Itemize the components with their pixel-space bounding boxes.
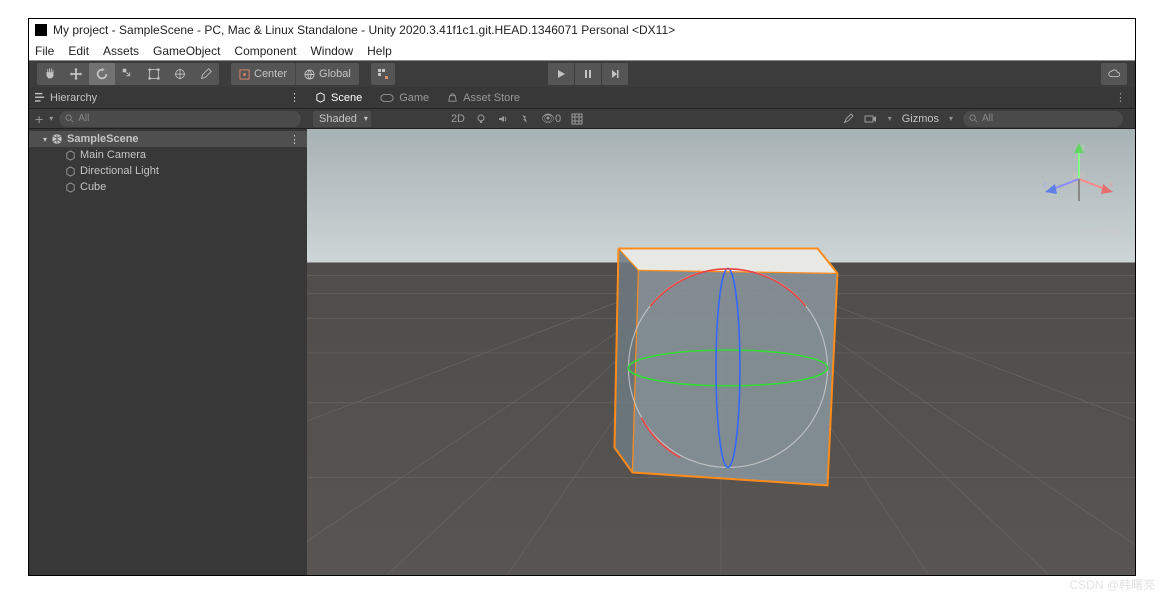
gameobject-icon	[65, 150, 76, 161]
scene-icon	[315, 92, 326, 103]
camera-icon[interactable]	[864, 113, 878, 125]
scene-panel-menu-icon[interactable]: ⋮	[1115, 91, 1127, 104]
hierarchy-icon	[35, 92, 46, 103]
center-icon	[239, 69, 250, 80]
selected-cube	[307, 129, 1135, 575]
scene-search[interactable]: All	[963, 111, 1123, 127]
scene-panel: Scene Game Asset Store ⋮ Shaded 2D	[307, 87, 1135, 575]
search-icon	[65, 114, 74, 123]
scene-toolbar: Shaded 2D 👁0 ▾ Gizmos ▾ All	[307, 109, 1135, 129]
hierarchy-tab[interactable]: Hierarchy ⋮	[29, 87, 307, 109]
expand-icon[interactable]: ▾	[43, 135, 47, 144]
handle-rotation-button[interactable]: Global	[296, 63, 359, 85]
svg-text:y: y	[1081, 142, 1085, 151]
snap-grid-icon	[377, 68, 389, 80]
menu-edit[interactable]: Edit	[68, 44, 89, 58]
playback-controls	[548, 63, 628, 85]
cloud-icon	[1107, 67, 1121, 81]
create-dropdown-icon[interactable]: ▾	[49, 114, 53, 123]
tools-icon[interactable]	[842, 113, 854, 125]
watermark: CSDN @韩曙亮	[1069, 576, 1155, 593]
search-icon	[969, 114, 978, 123]
snap-button[interactable]	[371, 63, 395, 85]
gameobject-icon	[65, 166, 76, 177]
tab-asset-store[interactable]: Asset Store	[447, 92, 520, 104]
store-icon	[447, 92, 458, 103]
hand-tool[interactable]	[37, 63, 63, 85]
pivot-mode-button[interactable]: Center	[231, 63, 296, 85]
audio-toggle-icon[interactable]	[497, 113, 509, 125]
menu-component[interactable]: Component	[234, 44, 296, 58]
create-button[interactable]: +	[35, 111, 43, 127]
gizmos-dropdown[interactable]: Gizmos	[902, 113, 939, 125]
cloud-button[interactable]	[1101, 63, 1127, 85]
scale-tool[interactable]	[115, 63, 141, 85]
svg-text:z: z	[1043, 180, 1047, 189]
menu-gameobject[interactable]: GameObject	[153, 44, 220, 58]
window-title: My project - SampleScene - PC, Mac & Lin…	[53, 23, 675, 37]
title-bar: My project - SampleScene - PC, Mac & Lin…	[29, 19, 1135, 41]
menu-bar: File Edit Assets GameObject Component Wi…	[29, 41, 1135, 61]
mode-2d-toggle[interactable]: 2D	[451, 113, 465, 125]
hierarchy-tree: ▾ SampleScene ⋮ Main Camera Directional …	[29, 129, 307, 195]
hidden-count[interactable]: 👁0	[541, 112, 561, 125]
hierarchy-toolbar: + ▾ All	[29, 109, 307, 129]
game-icon	[380, 93, 394, 103]
scene-viewport[interactable]: y x z ≡ Persp	[307, 129, 1135, 575]
step-button[interactable]	[602, 63, 628, 85]
rect-tool[interactable]	[141, 63, 167, 85]
hierarchy-item-light[interactable]: Directional Light	[29, 163, 307, 179]
unity-logo-icon	[35, 24, 47, 36]
gameobject-icon	[65, 182, 76, 193]
scene-menu-icon[interactable]: ⋮	[289, 133, 301, 146]
menu-help[interactable]: Help	[367, 44, 392, 58]
menu-file[interactable]: File	[35, 44, 54, 58]
tab-scene[interactable]: Scene	[315, 92, 362, 104]
hierarchy-search[interactable]: All	[59, 111, 301, 127]
pause-button[interactable]	[575, 63, 601, 85]
menu-assets[interactable]: Assets	[103, 44, 139, 58]
main-toolbar: Center Global	[29, 61, 1135, 87]
grid-toggle-icon[interactable]	[571, 113, 583, 125]
global-icon	[304, 69, 315, 80]
unity-scene-icon	[51, 133, 63, 145]
scene-row[interactable]: ▾ SampleScene ⋮	[29, 131, 307, 147]
lighting-toggle-icon[interactable]	[475, 113, 487, 125]
transform-tool-combined[interactable]	[167, 63, 193, 85]
projection-label[interactable]: ≡ Persp	[1083, 225, 1121, 237]
hierarchy-item-cube[interactable]: Cube	[29, 179, 307, 195]
transform-tool-group	[37, 63, 219, 85]
orientation-gizmo[interactable]: y x z	[1039, 139, 1119, 219]
move-tool[interactable]	[63, 63, 89, 85]
shading-dropdown[interactable]: Shaded	[313, 111, 371, 127]
pivot-rotation-group: Center Global	[231, 63, 359, 85]
menu-window[interactable]: Window	[310, 44, 353, 58]
hierarchy-item-camera[interactable]: Main Camera	[29, 147, 307, 163]
tab-game[interactable]: Game	[380, 92, 429, 104]
hierarchy-panel: Hierarchy ⋮ + ▾ All ▾ SampleScene ⋮	[29, 87, 307, 575]
scene-tabs: Scene Game Asset Store ⋮	[307, 87, 1135, 109]
rotate-tool[interactable]	[89, 63, 115, 85]
svg-text:x: x	[1109, 180, 1113, 189]
play-button[interactable]	[548, 63, 574, 85]
custom-tool[interactable]	[193, 63, 219, 85]
fx-toggle-icon[interactable]	[519, 113, 531, 125]
hierarchy-menu-icon[interactable]: ⋮	[289, 91, 301, 104]
